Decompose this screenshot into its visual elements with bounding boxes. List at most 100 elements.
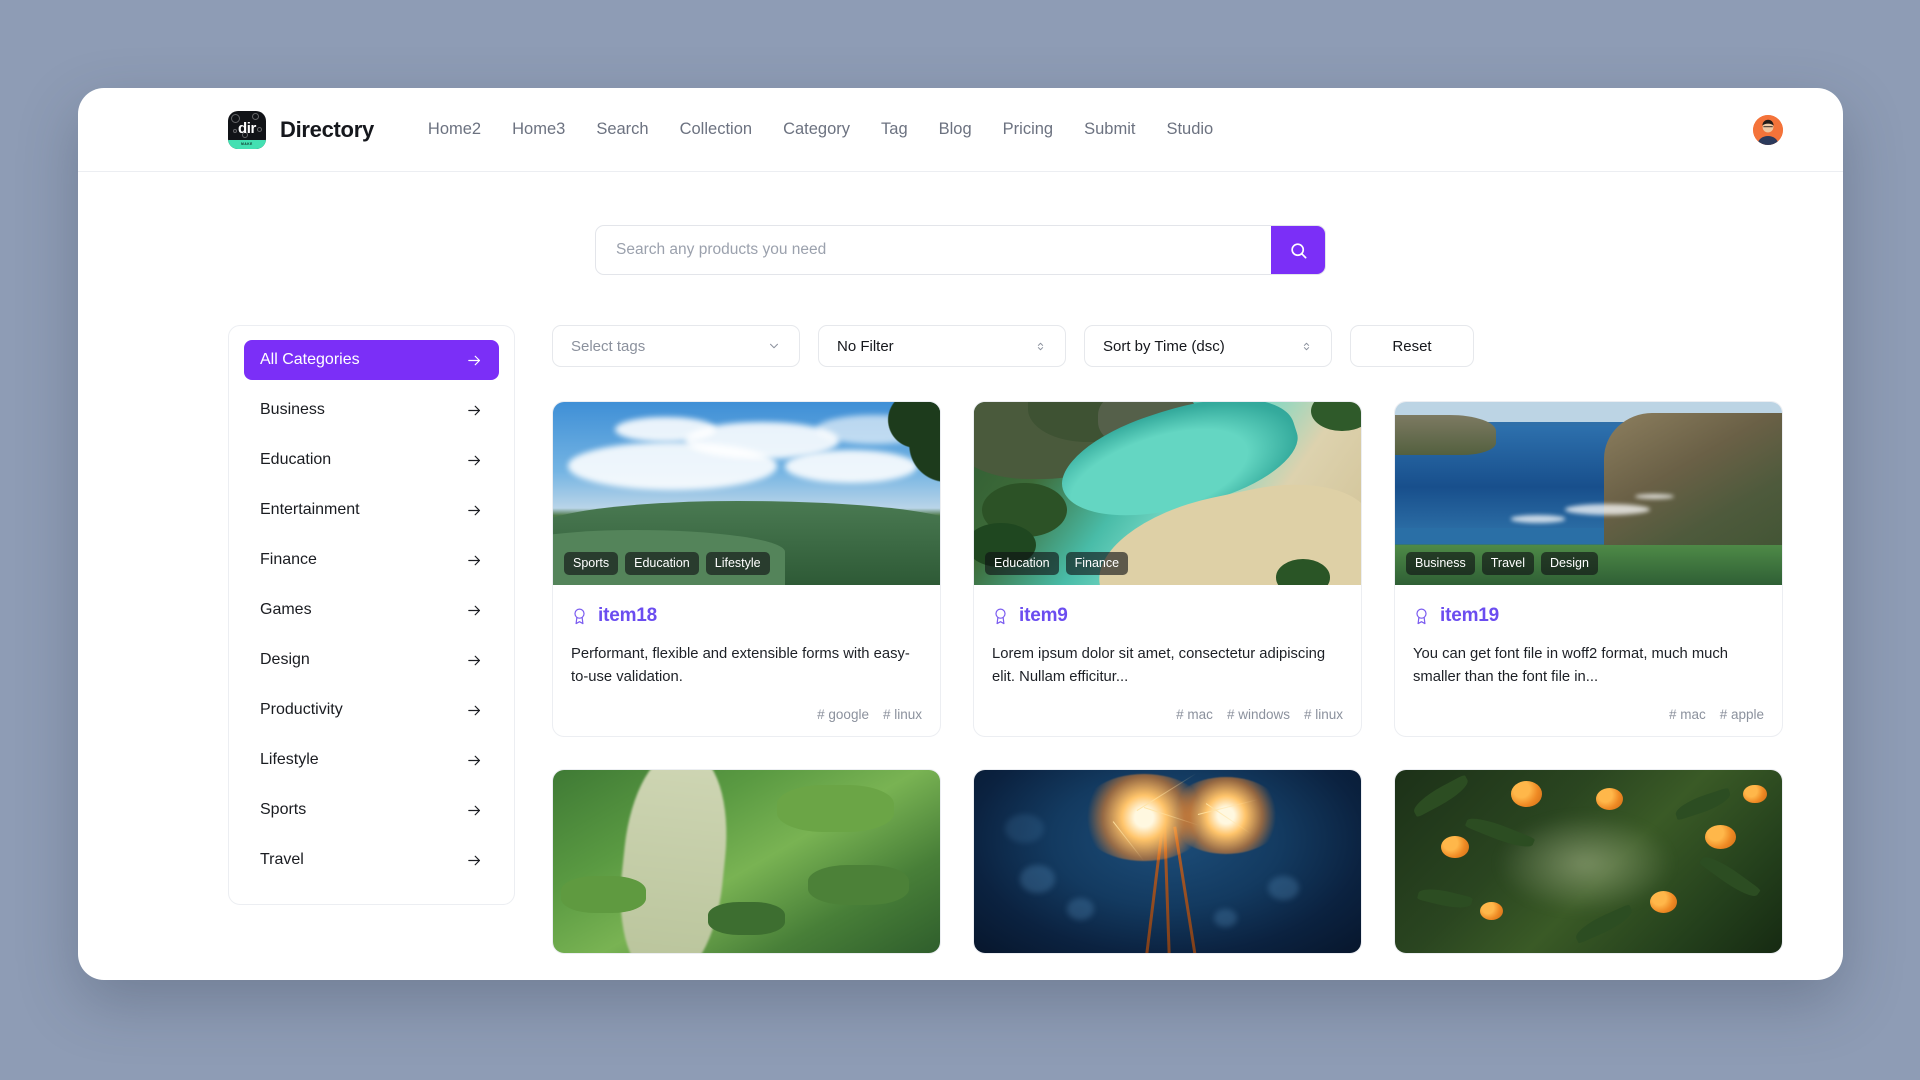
sidebar-item-sports[interactable]: Sports [244, 790, 499, 830]
search-icon [1290, 242, 1306, 258]
card-title[interactable]: item18 [598, 605, 657, 627]
award-badge-icon [574, 608, 585, 624]
card-title[interactable]: item19 [1440, 605, 1499, 627]
arrow-right-icon [468, 505, 481, 515]
logo-accent-bar: MAKE [228, 139, 266, 149]
card-hashtag[interactable]: # google [817, 707, 869, 722]
award-badge-icon [1416, 608, 1427, 624]
nav-item-home3[interactable]: Home3 [512, 120, 565, 139]
card-tag[interactable]: Design [1541, 552, 1598, 575]
orange-grove-image [1395, 770, 1782, 953]
result-card[interactable] [1394, 769, 1783, 954]
card-title[interactable]: item9 [1019, 605, 1068, 627]
card-tag[interactable]: Education [625, 552, 699, 575]
select-tags-label: Select tags [571, 337, 646, 355]
sidebar-label-design: Design [260, 651, 310, 668]
sidebar-label-productivity: Productivity [260, 701, 343, 718]
sidebar-item-business[interactable]: Business [244, 390, 499, 430]
avatar[interactable] [1753, 114, 1783, 145]
card-hashtags: # google # linux [571, 707, 922, 722]
aerial-fields-image [553, 770, 940, 953]
card-tag[interactable]: Business [1406, 552, 1475, 575]
card-tag[interactable]: Education [985, 552, 1059, 575]
sidebar-item-design[interactable]: Design [244, 640, 499, 680]
nav-item-home2[interactable]: Home2 [428, 120, 481, 139]
chevron-down-icon [769, 343, 779, 349]
card-hashtags: # mac # windows # linux [992, 707, 1343, 722]
search-input[interactable] [596, 226, 1271, 274]
search-bar [595, 225, 1326, 275]
result-card[interactable] [552, 769, 941, 954]
search-submit-button[interactable] [1271, 226, 1325, 274]
chevron-up-down-icon [1037, 342, 1044, 350]
result-card[interactable]: Education Finance item9 Lorem ipsum dolo… [973, 401, 1362, 737]
sidebar-label-sports: Sports [260, 801, 307, 818]
card-tag[interactable]: Sports [564, 552, 619, 575]
card-tag[interactable]: Travel [1481, 552, 1534, 575]
arrow-right-icon [468, 555, 481, 565]
sidebar-item-finance[interactable]: Finance [244, 540, 499, 580]
sidebar-label-business: Business [260, 401, 325, 418]
filter-dropdown[interactable]: No Filter [818, 325, 1066, 367]
card-image: Education Finance [974, 402, 1361, 585]
main-nav-links: Home2 Home3 Search Collection Category T… [428, 120, 1213, 139]
card-tag[interactable]: Lifestyle [705, 552, 770, 575]
nav-item-category[interactable]: Category [783, 120, 850, 139]
nav-item-pricing[interactable]: Pricing [1003, 120, 1053, 139]
sidebar-item-entertainment[interactable]: Entertainment [244, 490, 499, 530]
arrow-right-icon [468, 655, 481, 665]
nav-item-collection[interactable]: Collection [680, 120, 752, 139]
card-body: item18 Performant, flexible and extensib… [553, 585, 940, 736]
filter-label: No Filter [837, 337, 894, 355]
sidebar-item-productivity[interactable]: Productivity [244, 690, 499, 730]
arrow-right-icon [468, 705, 481, 715]
card-hashtag[interactable]: # windows [1227, 707, 1290, 722]
sidebar-label-travel: Travel [260, 851, 304, 868]
card-hashtag[interactable]: # linux [1304, 707, 1343, 722]
card-category-tags: Business Travel Design [1406, 552, 1598, 575]
content-area: All Categories Business Education Entert… [78, 275, 1843, 954]
nav-item-tag[interactable]: Tag [881, 120, 908, 139]
avatar-image [1753, 114, 1783, 145]
sidebar-item-travel[interactable]: Travel [244, 840, 499, 880]
card-title-row: item9 [992, 605, 1343, 627]
arrow-right-icon [468, 855, 481, 865]
nav-item-submit[interactable]: Submit [1084, 120, 1135, 139]
sidebar-item-all-categories[interactable]: All Categories [244, 340, 499, 380]
filter-toolbar: Select tags No Filter Sort by Time (dsc)… [552, 325, 1783, 367]
card-image [1395, 770, 1782, 953]
page-background: dir MAKE Directory Home2 Home3 Search Co… [0, 0, 1920, 1080]
sidebar-item-education[interactable]: Education [244, 440, 499, 480]
result-card[interactable] [973, 769, 1362, 954]
sidebar-label-lifestyle: Lifestyle [260, 751, 319, 768]
app-window: dir MAKE Directory Home2 Home3 Search Co… [78, 88, 1843, 980]
card-hashtag[interactable]: # linux [883, 707, 922, 722]
sidebar-item-lifestyle[interactable]: Lifestyle [244, 740, 499, 780]
card-hashtag[interactable]: # mac [1176, 707, 1213, 722]
nav-item-studio[interactable]: Studio [1166, 120, 1213, 139]
card-image: Business Travel Design [1395, 402, 1782, 585]
card-description: Lorem ipsum dolor sit amet, consectetur … [992, 646, 1326, 685]
select-tags-dropdown[interactable]: Select tags [552, 325, 800, 367]
sidebar-label-entertainment: Entertainment [260, 501, 360, 518]
card-hashtag[interactable]: # mac [1669, 707, 1706, 722]
sidebar-label-finance: Finance [260, 551, 317, 568]
nav-item-blog[interactable]: Blog [939, 120, 972, 139]
card-hashtag[interactable]: # apple [1720, 707, 1764, 722]
brand-logo[interactable]: dir MAKE Directory [228, 110, 374, 149]
card-image: Sports Education Lifestyle [553, 402, 940, 585]
result-card[interactable]: Sports Education Lifestyle item18 Perfor… [552, 401, 941, 737]
nav-item-search[interactable]: Search [596, 120, 648, 139]
arrow-right-icon [468, 755, 481, 765]
arrow-right-icon [468, 405, 481, 415]
card-tag[interactable]: Finance [1065, 552, 1129, 575]
card-title-row: item18 [571, 605, 922, 627]
sort-dropdown[interactable]: Sort by Time (dsc) [1084, 325, 1332, 367]
chevron-up-down-icon [1303, 342, 1310, 350]
card-category-tags: Sports Education Lifestyle [564, 552, 770, 575]
reset-button[interactable]: Reset [1350, 325, 1474, 367]
result-card[interactable]: Business Travel Design item19 You can ge… [1394, 401, 1783, 737]
award-badge-icon [995, 608, 1006, 624]
sidebar-item-games[interactable]: Games [244, 590, 499, 630]
card-description: You can get font file in woff2 format, m… [1413, 646, 1729, 685]
